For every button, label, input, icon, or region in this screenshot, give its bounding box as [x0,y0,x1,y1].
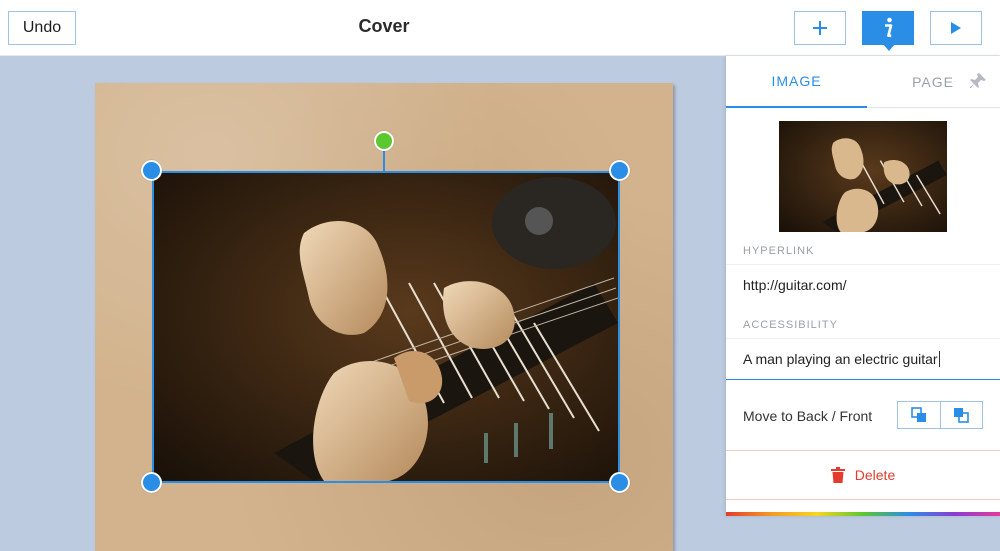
resize-handle-bottom-right[interactable] [609,472,630,493]
rotate-handle-line [383,150,385,171]
info-button[interactable] [862,11,914,51]
bring-to-front-icon [954,408,970,423]
tab-image[interactable]: IMAGE [726,56,867,108]
accessibility-label: ACCESSIBILITY [743,319,838,331]
bring-to-front-button[interactable] [939,402,982,428]
rainbow-divider [726,512,1000,516]
add-button[interactable] [794,11,846,45]
plus-icon [813,21,827,35]
resize-handle-bottom-left[interactable] [141,472,162,493]
send-to-back-icon [911,407,926,422]
layer-order-label: Move to Back / Front [743,408,873,424]
guitar-photo [154,173,618,481]
trash-icon [830,467,845,483]
play-button[interactable] [930,11,982,45]
page-title: Cover [358,16,410,36]
resize-handle-top-right[interactable] [609,160,630,181]
hyperlink-input[interactable]: http://guitar.com/ [726,264,1000,304]
hyperlink-label: HYPERLINK [743,245,815,257]
properties-panel: IMAGE PAGE HYPERLINK http://guitar.com/ … [726,56,1000,516]
resize-handle-top-left[interactable] [141,160,162,181]
layer-order-buttons [897,401,983,429]
pin-icon[interactable] [969,72,987,90]
selected-image[interactable] [152,171,620,483]
play-icon [951,22,961,34]
delete-label: Delete [854,467,896,483]
delete-button[interactable]: Delete [726,450,1000,500]
info-icon [885,17,893,37]
rotate-handle[interactable] [374,131,394,151]
accessibility-value: A man playing an electric guitar [743,351,938,367]
panel-tabs: IMAGE PAGE [726,56,1000,108]
tab-page[interactable]: PAGE [902,56,964,108]
accessibility-input[interactable]: A man playing an electric guitar [726,338,1000,380]
top-toolbar: Undo Cover [0,0,1000,56]
send-to-back-button[interactable] [898,402,940,428]
image-thumbnail [779,121,947,232]
undo-button[interactable]: Undo [8,11,76,45]
